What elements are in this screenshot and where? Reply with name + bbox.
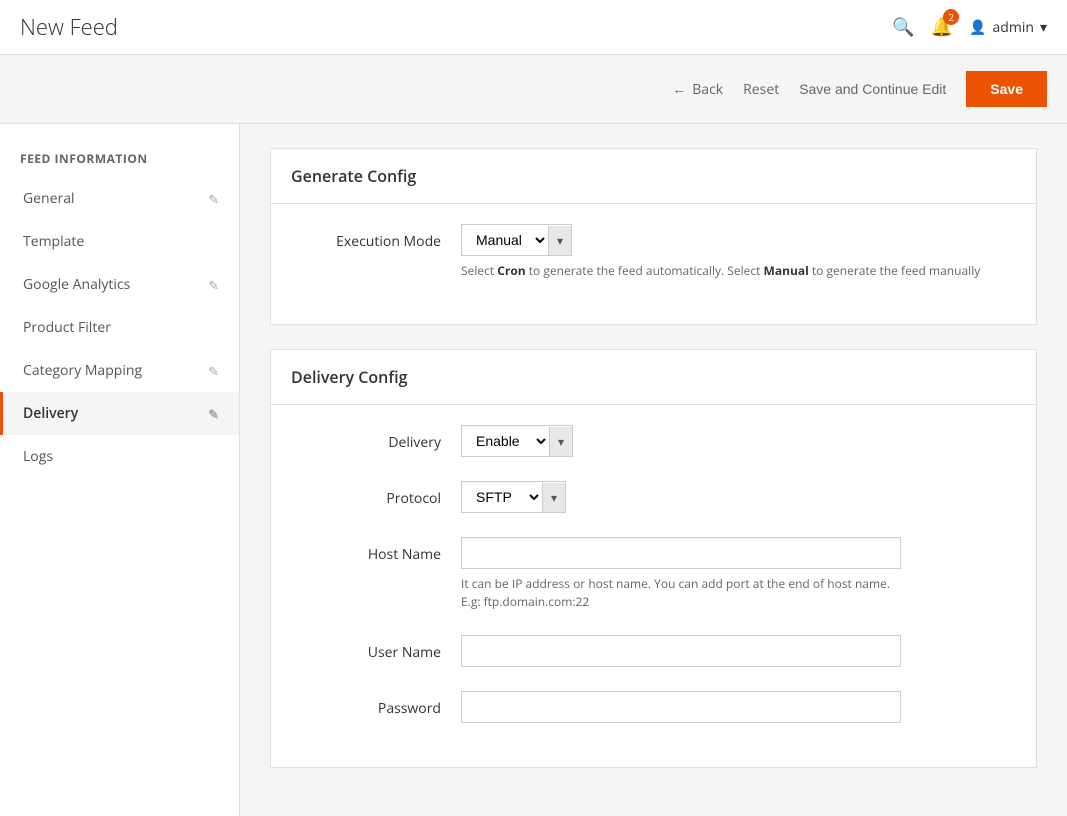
delivery-row: Delivery Enable Disable ▾ (301, 425, 1006, 457)
sidebar-items: General Template Google Analytics Product F… (0, 177, 239, 478)
edit-icon-category-mapping (208, 362, 219, 380)
execution-mode-help: Select Cron to generate the feed automat… (461, 262, 1006, 280)
sidebar-item-label-google-analytics: Google Analytics (23, 275, 200, 294)
page-title: New Feed (20, 12, 118, 42)
delivery-select-wrap[interactable]: Enable Disable ▾ (461, 425, 573, 457)
sidebar-item-product-filter[interactable]: Product Filter (0, 306, 239, 349)
user-icon (969, 18, 986, 37)
delivery-label: Delivery (301, 425, 441, 452)
execution-mode-select[interactable]: Manual Cron (462, 225, 548, 255)
sidebar-item-general[interactable]: General (0, 177, 239, 220)
edit-icon-general (208, 190, 219, 208)
edit-icon-google-analytics (208, 276, 219, 294)
sidebar-item-label-category-mapping: Category Mapping (23, 361, 200, 380)
user-name-control (461, 635, 1006, 667)
sidebar-item-template[interactable]: Template (0, 220, 239, 263)
generate-config-body: Execution Mode Manual Cron ▾ Select Cron… (271, 204, 1036, 324)
protocol-control: SFTP FTP ▾ (461, 481, 1006, 513)
sidebar-item-label-logs: Logs (23, 447, 219, 466)
content-wrapper: FEED INFORMATION General Template Google A… (0, 124, 1067, 816)
user-menu[interactable]: admin ▾ (969, 18, 1047, 37)
sidebar-item-label-general: General (23, 189, 200, 208)
notification-wrapper[interactable]: 2 (931, 15, 953, 39)
sidebar-item-category-mapping[interactable]: Category Mapping (0, 349, 239, 392)
reset-label: Reset (743, 80, 779, 99)
header-actions: 2 admin ▾ (892, 15, 1047, 39)
delivery-arrow-icon: ▾ (549, 427, 572, 456)
execution-mode-arrow-icon: ▾ (548, 226, 571, 255)
execution-mode-label: Execution Mode (301, 224, 441, 251)
sidebar-item-label-delivery: Delivery (23, 404, 200, 423)
sidebar-item-logs[interactable]: Logs (0, 435, 239, 478)
arrow-left-icon (672, 80, 686, 99)
generate-config-section: Generate Config Execution Mode Manual Cr… (270, 148, 1037, 325)
host-name-input[interactable] (461, 537, 901, 569)
reset-button[interactable]: Reset (743, 80, 779, 99)
user-name-input[interactable] (461, 635, 901, 667)
protocol-select[interactable]: SFTP FTP (462, 482, 542, 512)
protocol-label: Protocol (301, 481, 441, 508)
back-label: Back (692, 80, 723, 99)
password-input[interactable] (461, 691, 901, 723)
notification-badge-count: 2 (943, 9, 959, 25)
save-button[interactable]: Save (966, 71, 1047, 107)
protocol-row: Protocol SFTP FTP ▾ (301, 481, 1006, 513)
edit-icon-delivery (208, 405, 219, 423)
save-continue-button[interactable]: Save and Continue Edit (799, 81, 946, 97)
sidebar-item-label-product-filter: Product Filter (23, 318, 219, 337)
host-name-help: It can be IP address or host name. You c… (461, 575, 1006, 611)
sidebar-section-title: FEED INFORMATION (0, 134, 239, 177)
execution-mode-select-wrap[interactable]: Manual Cron ▾ (461, 224, 572, 256)
page-header: New Feed 2 admin ▾ (0, 0, 1067, 55)
host-name-row: Host Name It can be IP address or host n… (301, 537, 1006, 611)
main-content: Generate Config Execution Mode Manual Cr… (240, 124, 1067, 816)
user-name-label: User Name (301, 635, 441, 662)
generate-config-title: Generate Config (271, 149, 1036, 204)
sidebar-item-google-analytics[interactable]: Google Analytics (0, 263, 239, 306)
execution-mode-control: Manual Cron ▾ Select Cron to generate th… (461, 224, 1006, 280)
delivery-config-title: Delivery Config (271, 350, 1036, 405)
protocol-arrow-icon: ▾ (542, 483, 565, 512)
delivery-control: Enable Disable ▾ (461, 425, 1006, 457)
protocol-select-wrap[interactable]: SFTP FTP ▾ (461, 481, 566, 513)
password-control (461, 691, 1006, 723)
host-name-label: Host Name (301, 537, 441, 564)
back-button[interactable]: Back (672, 80, 723, 99)
sidebar: FEED INFORMATION General Template Google A… (0, 124, 240, 816)
user-chevron-icon: ▾ (1040, 18, 1047, 37)
search-icon[interactable] (892, 15, 914, 39)
sidebar-item-label-template: Template (23, 232, 219, 251)
delivery-config-body: Delivery Enable Disable ▾ Protocol (271, 405, 1036, 767)
host-name-help-line1: It can be IP address or host name. You c… (461, 575, 890, 592)
delivery-config-section: Delivery Config Delivery Enable Disable … (270, 349, 1037, 768)
user-name: admin (993, 18, 1034, 37)
password-label: Password (301, 691, 441, 718)
execution-mode-row: Execution Mode Manual Cron ▾ Select Cron… (301, 224, 1006, 280)
sidebar-item-delivery[interactable]: Delivery (0, 392, 239, 435)
host-name-help-line2: E.g: ftp.domain.com:22 (461, 593, 589, 610)
user-name-row: User Name (301, 635, 1006, 667)
password-row: Password (301, 691, 1006, 723)
toolbar: Back Reset Save and Continue Edit Save (0, 55, 1067, 124)
delivery-select[interactable]: Enable Disable (462, 426, 549, 456)
host-name-control: It can be IP address or host name. You c… (461, 537, 1006, 611)
